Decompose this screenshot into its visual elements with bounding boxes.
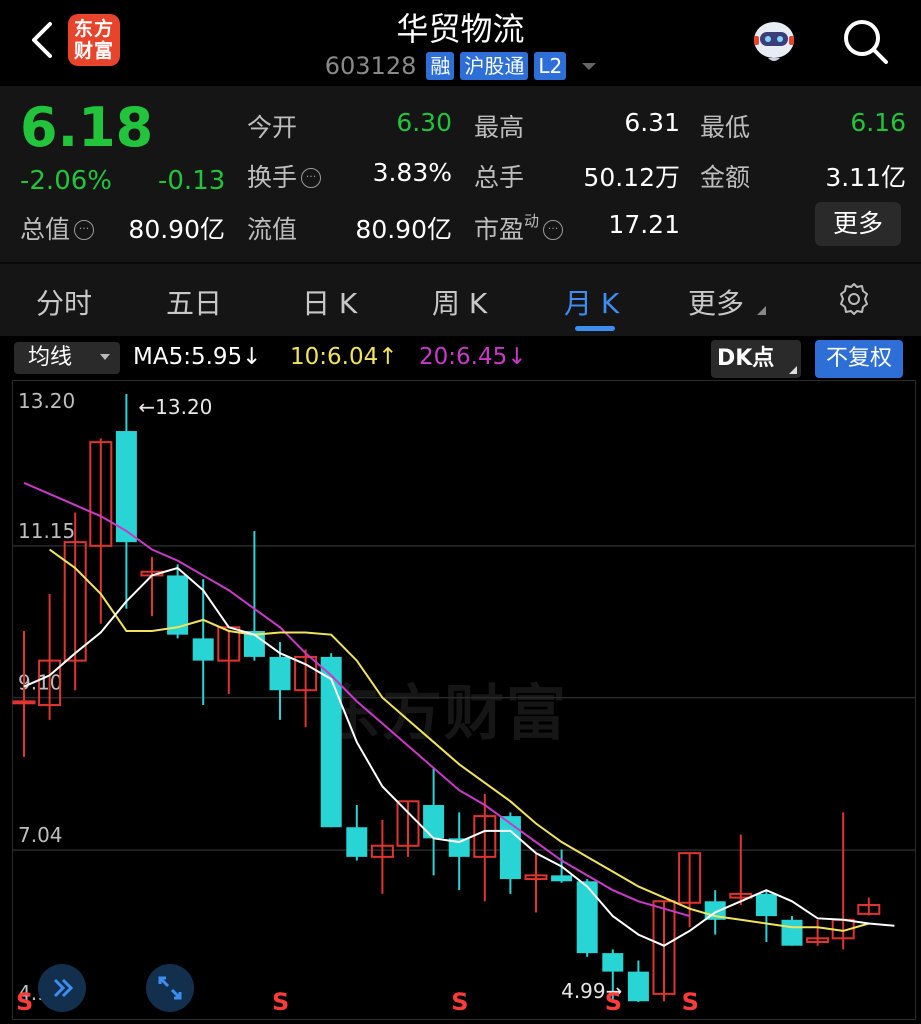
mktcap-label-text: 总值 [20,215,71,244]
candle-body-down [576,881,598,954]
tab-five-day[interactable]: 五日 [166,282,222,322]
open-value: 6.30 [396,108,452,137]
info-icon[interactable]: ··· [74,220,95,240]
tab-weekly-k[interactable]: 周 K [432,282,487,322]
sell-signal-marker: S [451,988,468,1016]
dk-points-label: DK点 [717,346,775,371]
float-value: 80.90亿 [355,215,452,244]
tab-more[interactable]: 更多 [688,282,744,322]
candle-body-down [192,638,214,661]
corner-caret-icon [789,366,797,374]
candle-body-down [115,431,137,543]
stock-code: 603128 [324,52,417,80]
indicator-row: 均线 MA5:5.95↓ 10:6.04↑ 20:6.45↓ DK点 不复权 [0,336,921,380]
tag-margin: 融 [426,52,455,80]
fullscreen-button[interactable] [146,964,194,1012]
pe-label-text: 市盈 [474,215,525,244]
sell-signal-marker: S [605,988,622,1016]
quote-panel: 6.18 -2.06% -0.13 今开 6.30 最高 6.31 最低 6.1… [0,86,921,262]
ma5-readout: MA5:5.95↓ [133,344,262,370]
turnover-label-text: 换手 [247,163,298,192]
tab-monthly-k[interactable]: 月 K [564,282,619,322]
candle-body-down [627,971,649,1002]
ma-selector[interactable]: 均线 [14,342,120,374]
high-label: 最高 [474,113,525,142]
expand-panel-button[interactable] [38,964,86,1012]
info-icon[interactable]: ··· [543,220,564,240]
candle-body-up [12,700,36,705]
turnover-label[interactable]: 换手 ··· [247,158,322,194]
ma20-readout: 20:6.45↓ [419,344,527,370]
dk-points-button[interactable]: DK点 [711,340,801,378]
y-tick-label: 7.04 [18,823,63,847]
turnover-value: 3.83% [372,158,452,187]
dropdown-caret-icon [100,354,110,360]
chevron-down-icon[interactable] [582,62,597,70]
no-adjust-button[interactable]: 不复权 [815,340,903,378]
high-value: 6.31 [624,108,680,137]
candle-body-down [269,656,291,691]
candle-body-down [755,893,777,917]
active-tab-indicator [575,326,615,331]
corner-caret-icon [757,306,766,315]
more-button[interactable]: 更多 [815,202,901,246]
y-tick-label: 13.20 [18,389,75,413]
info-icon[interactable]: ··· [301,168,322,188]
change-percent: -2.06% [20,166,112,196]
volume-value: 50.12万 [583,163,680,192]
last-price: 6.18 [20,96,154,159]
candle-body-down [551,875,573,882]
volume-label: 总手 [474,163,525,192]
sell-signal-marker: S [272,988,289,1016]
ma10-readout: 10:6.04↑ [290,344,398,370]
mktcap-label[interactable]: 总值 ··· [20,210,95,246]
mktcap-value: 80.90亿 [128,215,225,244]
tab-intraday[interactable]: 分时 [36,282,92,322]
double-chevron-icon [53,978,74,998]
float-label: 流值 [247,215,298,244]
amount-value: 3.11亿 [825,163,906,192]
y-tick-label: 11.15 [18,519,75,543]
pe-value: 17.21 [608,210,680,239]
pe-dynamic-sup: 动 [524,212,540,230]
ma-selector-label: 均线 [28,345,73,370]
tag-connect: 沪股通 [460,52,529,80]
robot-assistant-icon[interactable] [748,14,800,66]
fullscreen-icon [158,976,182,1000]
monthly-k-chart[interactable]: 13.2011.159.107.044.99←13.204.99→SSSSS [12,380,916,1020]
candle-body-down [602,953,624,972]
low-label: 最低 [700,113,751,142]
sell-signal-marker: S [16,988,33,1016]
period-tabs: 分时 五日 日 K 周 K 月 K 更多 [0,262,921,336]
gear-icon[interactable] [836,281,872,317]
open-label: 今开 [247,113,298,142]
candle-body-down [499,816,521,880]
change-amount: -0.13 [158,166,226,196]
candle-body-down [346,827,368,857]
search-icon[interactable] [838,14,892,68]
chart-frame [12,380,916,1020]
candle-body-down [781,919,803,946]
sell-signal-marker: S [682,988,699,1016]
low-value: 6.16 [850,108,906,137]
amount-label: 金额 [700,163,751,192]
top-bar: 东方 财富 华贸物流 603128 融 沪股通 L2 [0,0,921,86]
max-price-label: ←13.20 [138,395,212,419]
tab-daily-k[interactable]: 日 K [302,282,357,322]
candle-body-down [423,805,445,839]
tag-level2: L2 [534,52,567,80]
pe-label[interactable]: 市盈动 ··· [474,210,564,246]
